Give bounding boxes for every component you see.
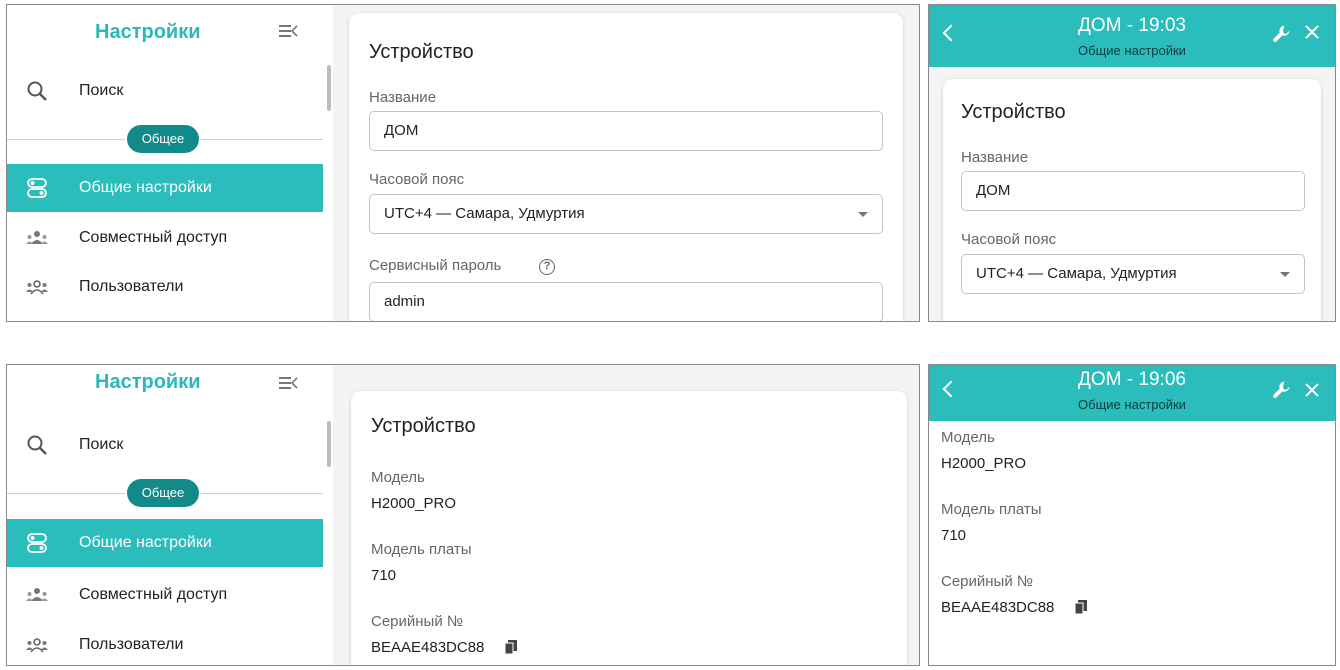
- main-content: Устройство Модель H2000_PRO Модель платы…: [333, 365, 919, 665]
- main-content: Устройство Название ДОМ Часовой пояс UTC…: [333, 5, 919, 321]
- board-model-label: Модель платы: [941, 501, 1042, 518]
- sidebar-item-label: Совместный доступ: [79, 229, 228, 246]
- timezone-select[interactable]: UTC+4 — Самара, Удмуртия: [961, 254, 1305, 294]
- serial-value: BEAAE483DC88: [941, 599, 1055, 616]
- model-label: Модель: [371, 469, 425, 486]
- sidebar-group-general: Общее: [7, 479, 323, 507]
- sidebar-item-label: Поиск: [79, 436, 124, 453]
- timezone-label: Часовой пояс: [369, 171, 465, 188]
- group-share-icon: [26, 588, 48, 601]
- sidebar-item-shared-access[interactable]: Совместный доступ: [7, 214, 323, 262]
- mobile-settings-panel-bottom: ДОМ - 19:06 Общие настройки Модель H2000…: [928, 364, 1336, 666]
- sidebar-scrollbar[interactable]: [327, 65, 331, 111]
- sidebar-item-search[interactable]: Поиск: [7, 67, 323, 115]
- sidebar-item-label: Общие настройки: [79, 179, 212, 196]
- sidebar: Настройки Поиск Общее Общие настройки Со…: [7, 365, 333, 665]
- close-icon[interactable]: [1303, 23, 1321, 41]
- wrench-icon[interactable]: [1271, 379, 1293, 401]
- desktop-settings-panel-bottom: Настройки Поиск Общее Общие настройки Со…: [6, 364, 920, 666]
- sidebar-item-label: Поиск: [79, 82, 124, 99]
- group-badge: Общее: [127, 125, 199, 153]
- model-value: H2000_PRO: [941, 455, 1027, 472]
- users-icon: [26, 280, 48, 295]
- search-icon: [27, 81, 47, 101]
- name-label: Название: [369, 89, 437, 106]
- device-card: Устройство Название ДОМ Часовой пояс UTC…: [349, 13, 903, 321]
- group-badge: Общее: [127, 479, 199, 507]
- sidebar-item-users[interactable]: Пользователи: [7, 621, 323, 665]
- chevron-down-icon: [858, 212, 868, 217]
- sidebar-item-shared-access[interactable]: Совместный доступ: [7, 571, 323, 619]
- timezone-value: UTC+4 — Самара, Удмуртия: [976, 265, 1177, 282]
- sidebar-title: Настройки: [95, 371, 201, 393]
- name-field[interactable]: ДОМ: [369, 111, 883, 151]
- group-share-icon: [26, 231, 48, 244]
- copy-icon[interactable]: [1075, 600, 1087, 614]
- sidebar-item-label: Общие настройки: [79, 534, 212, 551]
- sidebar-item-general-settings[interactable]: Общие настройки: [7, 519, 323, 567]
- mobile-header: ДОМ - 19:06 Общие настройки: [929, 365, 1335, 421]
- serial-label: Серийный №: [371, 613, 463, 630]
- mobile-content: Устройство Название ДОМ Часовой пояс UTC…: [929, 67, 1335, 321]
- name-label: Название: [961, 149, 1029, 166]
- model-value: H2000_PRO: [371, 495, 457, 512]
- section-title: Устройство: [369, 41, 474, 63]
- sidebar-scrollbar[interactable]: [327, 421, 331, 467]
- sidebar-item-label: Совместный доступ: [79, 586, 228, 603]
- device-card: Устройство Модель H2000_PRO Модель платы…: [351, 391, 907, 665]
- serial-label: Серийный №: [941, 573, 1033, 590]
- toggles-icon: [27, 533, 47, 553]
- sidebar-item-users[interactable]: Пользователи: [7, 263, 323, 311]
- sidebar-group-general: Общее: [7, 125, 323, 153]
- close-icon[interactable]: [1303, 381, 1321, 399]
- device-card: Устройство Название ДОМ Часовой пояс UTC…: [943, 79, 1321, 321]
- sidebar-item-search[interactable]: Поиск: [7, 421, 323, 469]
- wrench-icon[interactable]: [1271, 23, 1293, 45]
- desktop-settings-panel-top: Настройки Поиск Общее Общие настройки Со…: [6, 4, 920, 322]
- model-label: Модель: [941, 429, 995, 446]
- timezone-value: UTC+4 — Самара, Удмуртия: [384, 205, 585, 222]
- chevron-down-icon: [1280, 272, 1290, 277]
- board-model-value: 710: [941, 527, 967, 544]
- collapse-menu-icon[interactable]: [279, 23, 298, 39]
- sidebar: Настройки Поиск Общее Общие настройки Со…: [7, 5, 333, 321]
- search-icon: [27, 435, 47, 455]
- timezone-label: Часовой пояс: [961, 231, 1057, 248]
- copy-icon[interactable]: [505, 640, 517, 654]
- header-subtitle: Общие настройки: [1078, 43, 1186, 58]
- users-icon: [26, 638, 48, 653]
- serial-value: BEAAE483DC88: [371, 639, 485, 656]
- toggles-icon: [27, 178, 47, 198]
- collapse-menu-icon[interactable]: [279, 375, 298, 391]
- sidebar-item-label: Пользователи: [79, 636, 184, 653]
- mobile-settings-panel-top: ДОМ - 19:03 Общие настройки Устройство Н…: [928, 4, 1336, 322]
- sidebar-title: Настройки: [95, 21, 201, 43]
- sidebar-item-label: Пользователи: [79, 278, 184, 295]
- name-field[interactable]: ДОМ: [961, 171, 1305, 211]
- section-title: Устройство: [371, 415, 476, 437]
- service-password-label: Сервисный пароль: [369, 257, 502, 274]
- service-password-field[interactable]: admin: [369, 282, 883, 321]
- section-title: Устройство: [961, 101, 1066, 123]
- mobile-content: Модель H2000_PRO Модель платы 710 Серийн…: [929, 421, 1335, 665]
- board-model-label: Модель платы: [371, 541, 472, 558]
- help-icon[interactable]: ?: [539, 259, 555, 275]
- board-model-value: 710: [371, 567, 397, 584]
- timezone-select[interactable]: UTC+4 — Самара, Удмуртия: [369, 194, 883, 234]
- sidebar-item-general-settings[interactable]: Общие настройки: [7, 164, 323, 212]
- mobile-header: ДОМ - 19:03 Общие настройки: [929, 5, 1335, 67]
